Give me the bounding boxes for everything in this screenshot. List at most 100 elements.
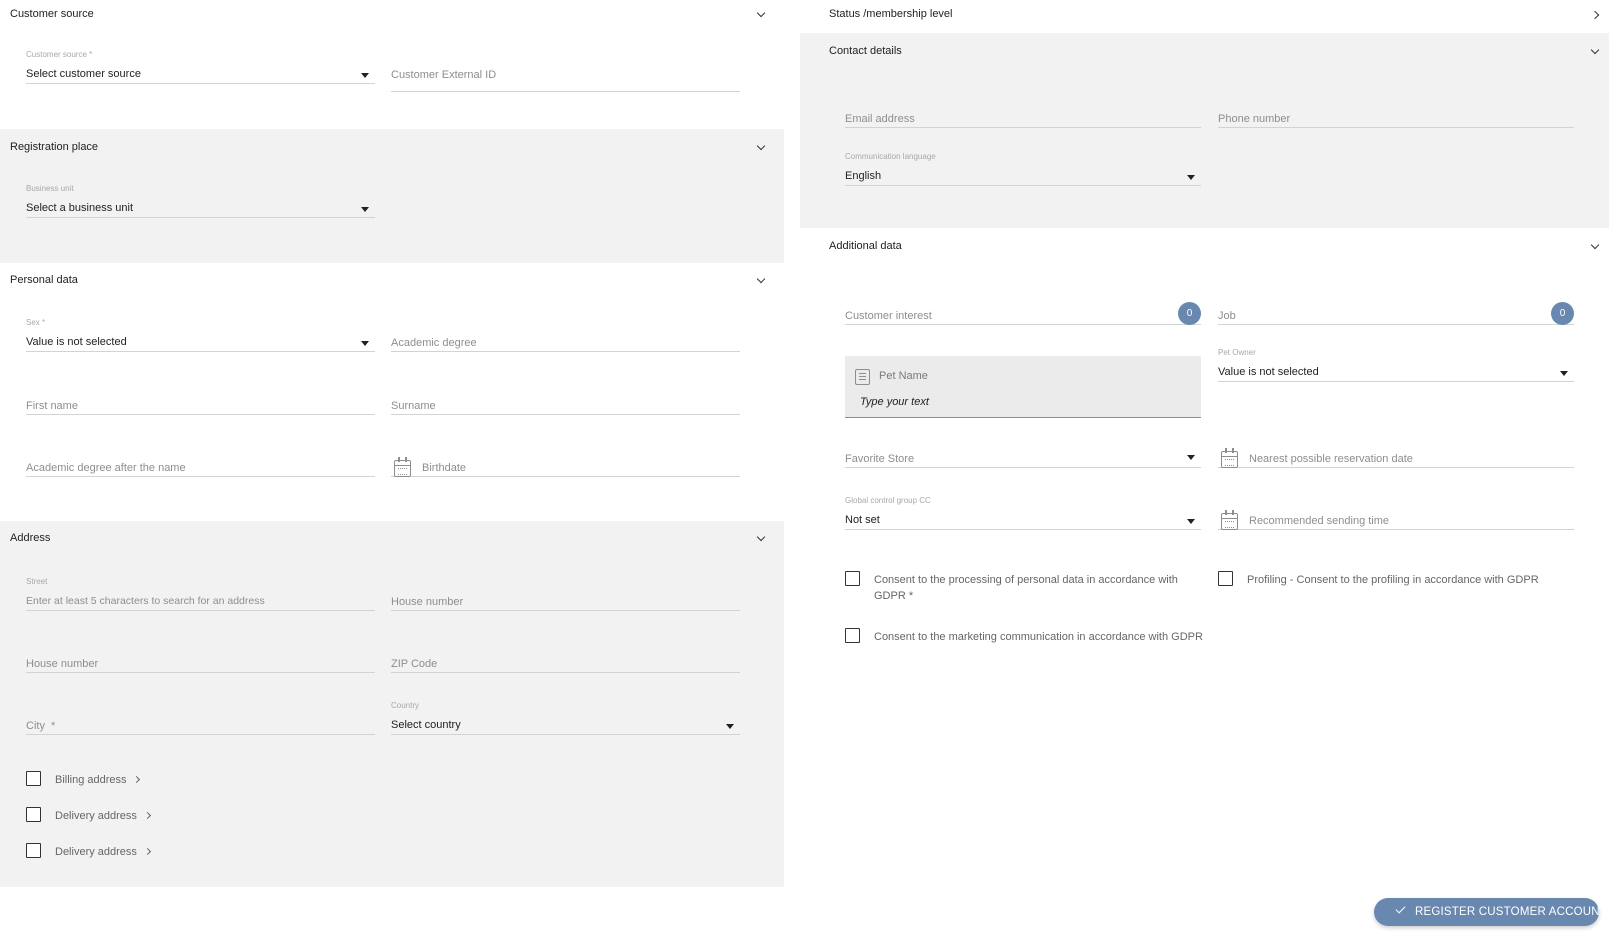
count-badge: 0 — [1178, 302, 1201, 325]
consent-personal-data-checkbox[interactable] — [845, 571, 860, 586]
customer-interest-input[interactable]: Customer interest 0 — [845, 291, 1201, 325]
country-select[interactable]: Country Select country — [391, 701, 740, 735]
calendar-icon[interactable] — [1221, 448, 1238, 468]
field-placeholder: Recommended sending time — [1249, 515, 1390, 527]
field-value: English — [845, 170, 882, 182]
checkbox-label: Consent to the marketing communication i… — [874, 631, 1203, 643]
section-personal-data: Personal data Sex * Value is not selecte… — [0, 263, 784, 521]
favorite-store-select[interactable]: Favorite Store — [845, 434, 1201, 468]
sex-select[interactable]: Sex * Value is not selected — [26, 318, 375, 352]
dropdown-arrow-icon — [1560, 371, 1568, 376]
birthdate-input[interactable]: Birthdate — [391, 443, 740, 477]
chevron-down-icon[interactable] — [1590, 45, 1600, 55]
count-badge: 0 — [1551, 302, 1574, 325]
check-icon — [1395, 903, 1406, 914]
billing-address-checkbox[interactable] — [26, 771, 41, 786]
field-placeholder: Phone number — [1218, 113, 1291, 125]
field-label: Country — [391, 701, 420, 710]
chevron-down-icon[interactable] — [1590, 240, 1600, 250]
city-input[interactable]: City * — [26, 701, 375, 735]
chevron-right-icon[interactable] — [132, 775, 141, 784]
email-input[interactable]: Email address — [845, 94, 1201, 128]
consent-marketing-checkbox[interactable] — [845, 628, 860, 643]
section-customer-source: Customer source Customer source * Select… — [0, 0, 784, 129]
control-group-select[interactable]: Global control group CC Not set — [845, 496, 1201, 530]
chevron-right-icon[interactable] — [143, 847, 152, 856]
chevron-right-icon[interactable] — [143, 811, 152, 820]
field-placeholder: House number — [391, 596, 464, 608]
surname-input[interactable]: Surname — [391, 381, 740, 415]
job-input[interactable]: Job 0 — [1218, 291, 1574, 325]
section-address: Address Street Enter at least 5 characte… — [0, 521, 784, 887]
consent-personal-data[interactable]: Consent to the processing of personal da… — [845, 571, 1185, 603]
field-placeholder: Job — [1218, 310, 1236, 322]
field-label: Sex * — [26, 318, 46, 327]
reservation-date-input[interactable]: Nearest possible reservation date — [1218, 434, 1574, 468]
section-title-registration-place[interactable]: Registration place — [10, 141, 98, 153]
dropdown-arrow-icon — [726, 724, 734, 729]
street-input[interactable]: Street Enter at least 5 characters to se… — [26, 577, 375, 611]
pet-owner-select[interactable]: Pet Owner Value is not selected — [1218, 348, 1574, 382]
section-title-personal-data[interactable]: Personal data — [10, 274, 78, 286]
checkbox-label: Consent to the processing of personal da… — [874, 574, 1178, 602]
phone-input[interactable]: Phone number — [1218, 94, 1574, 128]
academic-degree-input[interactable]: Academic degree — [391, 318, 740, 352]
field-value: Value is not selected — [1218, 366, 1319, 378]
calendar-icon[interactable] — [1221, 510, 1238, 530]
section-title-address[interactable]: Address — [10, 532, 50, 544]
field-placeholder: Customer External ID — [391, 69, 497, 81]
field-placeholder: First name — [26, 400, 78, 412]
chevron-right-icon[interactable] — [1590, 10, 1600, 20]
section-additional-data: Additional data Customer interest 0 Job … — [800, 228, 1609, 668]
section-title-contact-details[interactable]: Contact details — [829, 45, 902, 57]
customer-source-select[interactable]: Customer source * Select customer source — [26, 50, 375, 84]
field-label: Pet Owner — [1218, 348, 1256, 357]
section-title-status-membership[interactable]: Status /membership level — [829, 8, 953, 20]
section-title-additional-data[interactable]: Additional data — [829, 240, 902, 252]
field-value: Select customer source — [26, 68, 141, 80]
field-placeholder: Nearest possible reservation date — [1249, 453, 1413, 465]
first-name-input[interactable]: First name — [26, 381, 375, 415]
field-placeholder: Enter at least 5 characters to search fo… — [26, 595, 265, 607]
field-placeholder: Favorite Store — [845, 453, 915, 465]
consent-marketing[interactable]: Consent to the marketing communication i… — [845, 628, 1205, 644]
register-customer-account-button[interactable]: REGISTER CUSTOMER ACCOUNT — [1374, 898, 1607, 926]
academic-degree-after-input[interactable]: Academic degree after the name — [26, 443, 375, 477]
house-number-input[interactable]: House number — [391, 577, 740, 611]
chevron-down-icon[interactable] — [756, 8, 766, 18]
chevron-down-icon[interactable] — [756, 274, 766, 284]
delivery-address-option-2[interactable]: Delivery address — [26, 843, 166, 859]
checkbox-label: Profiling - Consent to the profiling in … — [1247, 574, 1539, 586]
field-placeholder: Email address — [845, 113, 915, 125]
checkbox-label: Delivery address — [55, 810, 137, 822]
chevron-down-icon[interactable] — [756, 141, 766, 151]
calendar-icon[interactable] — [394, 457, 411, 477]
dropdown-arrow-icon — [1187, 175, 1195, 180]
house-number-input-2[interactable]: House number — [26, 639, 375, 673]
dropdown-arrow-icon — [361, 73, 369, 78]
business-unit-select[interactable]: Business unit Select a business unit — [26, 184, 375, 218]
field-placeholder: Academic degree — [391, 337, 477, 349]
communication-language-select[interactable]: Communication language English — [845, 152, 1201, 186]
pet-name-textarea[interactable]: Pet Name Type your text — [845, 356, 1201, 418]
field-value: Select a business unit — [26, 202, 134, 214]
field-placeholder: House number — [26, 658, 99, 670]
delivery-address-checkbox[interactable] — [26, 807, 41, 822]
section-registration-place: Registration place Business unit Select … — [0, 129, 784, 263]
delivery-address-option[interactable]: Delivery address — [26, 807, 166, 823]
consent-profiling[interactable]: Profiling - Consent to the profiling in … — [1218, 571, 1568, 587]
billing-address-option[interactable]: Billing address — [26, 771, 166, 787]
checkbox-label: Billing address — [55, 774, 127, 786]
consent-profiling-checkbox[interactable] — [1218, 571, 1233, 586]
sending-time-input[interactable]: Recommended sending time — [1218, 496, 1574, 530]
zip-code-input[interactable]: ZIP Code — [391, 639, 740, 673]
field-placeholder: Academic degree after the name — [26, 462, 186, 474]
section-title-customer-source[interactable]: Customer source — [10, 8, 94, 20]
section-contact-details: Contact details Email address Phone numb… — [800, 33, 1609, 228]
chevron-down-icon[interactable] — [756, 532, 766, 542]
checkbox-label: Delivery address — [55, 846, 137, 858]
customer-external-id-input[interactable]: Customer External ID — [391, 58, 740, 92]
field-placeholder: Birthdate — [422, 462, 467, 474]
delivery-address-checkbox[interactable] — [26, 843, 41, 858]
dropdown-arrow-icon — [361, 207, 369, 212]
